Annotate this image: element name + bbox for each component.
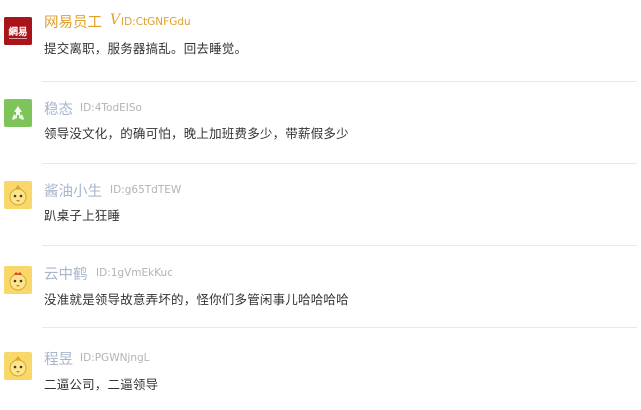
username[interactable]: 稳态 [44,98,73,119]
user-id: ID:PGWNjngL [80,352,150,364]
comment-text: 提交离职，服务器搞乱。回去睡觉。 [44,41,248,56]
user-id: ID:4TodEISo [80,102,142,114]
user-id: ID:CtGNFGdu [121,16,191,28]
chick-icon[interactable] [4,181,32,209]
comment-item: 稳态 ID:4TodEISo 领导没文化，的确可怕，晚上加班费多少，带薪假多少 [0,82,641,164]
user-id: ID:1gVmEkKuc [96,267,173,279]
user-id: ID:g65TdTEW [110,184,182,196]
comment-text: 领导没文化，的确可怕，晚上加班费多少，带薪假多少 [44,126,349,141]
comment-text: 没准就是领导故意弄坏的，怪你们多管闲事儿哈哈哈哈 [44,292,349,307]
rooster-icon[interactable] [4,266,32,294]
netease-logo-icon[interactable]: 網易 [4,17,32,45]
username[interactable]: 程昱 [44,348,73,369]
username[interactable]: 酱油小生 [44,180,102,201]
username[interactable]: 网易员工 [44,11,102,32]
comment-item: 網易 网易员工 V ID:CtGNFGdu 提交离职，服务器搞乱。回去睡觉。 [0,0,641,82]
username[interactable]: 云中鹤 [44,263,88,284]
comment-text: 趴桌子上狂睡 [44,208,121,223]
chick-icon[interactable] [4,352,32,380]
comment-text: 二逼公司，二逼领导 [44,377,159,392]
vip-badge: V [110,12,121,28]
recycle-icon[interactable] [4,99,32,127]
comment-item: 云中鹤 ID:1gVmEkKuc 没准就是领导故意弄坏的，怪你们多管闲事儿哈哈哈… [0,246,641,328]
comment-item: 程昱 ID:PGWNjngL 二逼公司，二逼领导 [0,328,641,410]
comment-item: 酱油小生 ID:g65TdTEW 趴桌子上狂睡 [0,164,641,246]
svg-text:網易: 網易 [8,26,27,38]
